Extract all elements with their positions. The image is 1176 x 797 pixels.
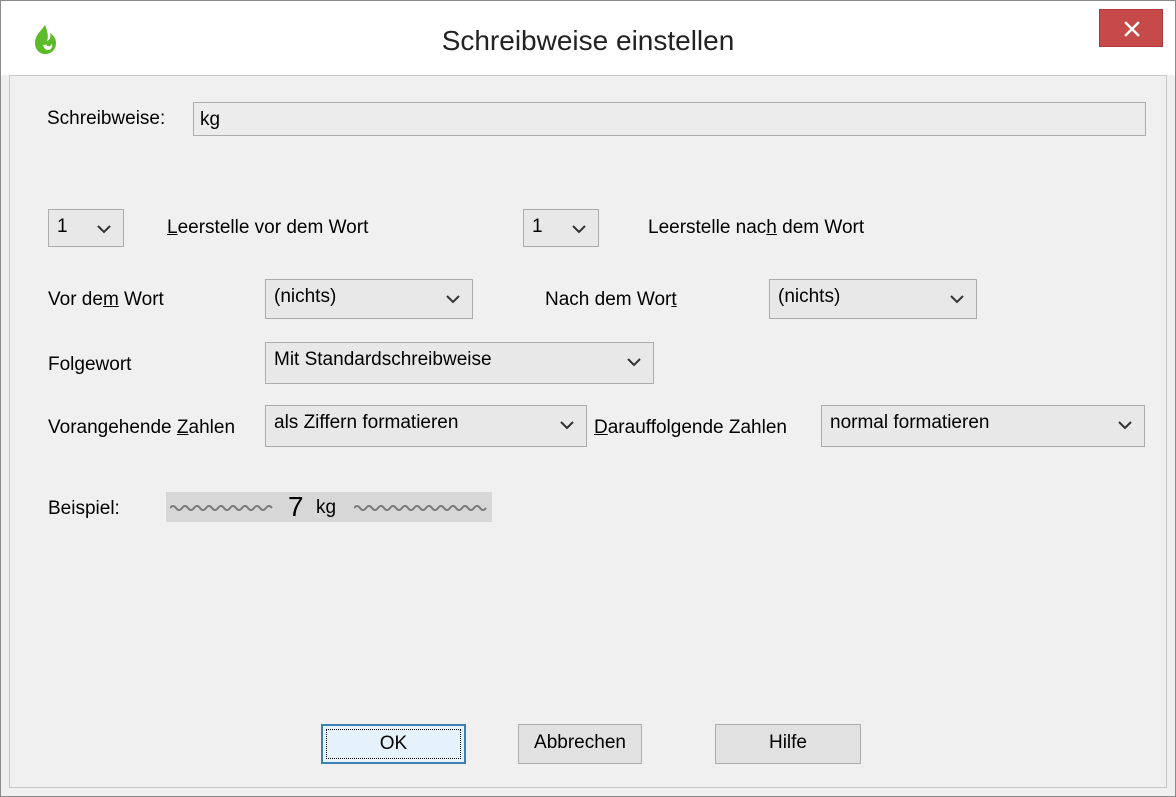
after-word-label: Nach dem Wort: [545, 289, 677, 310]
preceding-numbers-label: Vorangehende Zahlen: [48, 417, 236, 438]
following-numbers-value: normal formatieren: [830, 412, 990, 433]
chevron-down-icon: [950, 295, 964, 304]
space-before-label: Leerstelle vor dem Wort: [167, 217, 369, 238]
dialog-title: Schreibweise einstellen: [441, 25, 735, 56]
schreibweise-input[interactable]: kg: [193, 102, 1146, 136]
title-bar: Schreibweise einstellen: [1, 1, 1175, 75]
example-preview: 7 kg: [166, 491, 492, 522]
placeholder-wave-icon: [354, 505, 487, 511]
next-word-value: Mit Standardschreibweise: [274, 349, 492, 370]
example-label: Beispiel:: [48, 498, 120, 519]
preceding-numbers-value: als Ziffern formatieren: [274, 412, 459, 433]
chevron-down-icon: [97, 225, 111, 234]
help-button-label: Hilfe: [768, 732, 807, 753]
chevron-down-icon: [572, 225, 586, 234]
example-unit: kg: [316, 497, 337, 518]
chevron-down-icon: [1118, 421, 1132, 430]
cancel-button-label: Abbrechen: [534, 732, 626, 753]
cancel-button[interactable]: Abbrechen: [518, 724, 642, 764]
next-word-dropdown[interactable]: Mit Standardschreibweise: [265, 342, 654, 384]
schreibweise-value: kg: [200, 109, 221, 130]
schreibweise-label: Schreibweise:: [47, 108, 166, 129]
before-word-label: Vor dem Wort: [48, 289, 164, 310]
example-number: 7: [288, 491, 304, 522]
focus-rectangle: [326, 729, 461, 759]
before-word-dropdown[interactable]: (nichts): [265, 279, 473, 319]
after-word-value: (nichts): [778, 286, 841, 307]
ok-button[interactable]: OK: [321, 724, 466, 764]
chevron-down-icon: [627, 358, 641, 367]
after-word-dropdown[interactable]: (nichts): [769, 279, 977, 319]
dialog-window: Schreibweise einstellen Schreibweise: kg…: [0, 0, 1176, 797]
chevron-down-icon: [560, 421, 574, 430]
placeholder-wave-icon: [170, 505, 273, 511]
dialog-body: Schreibweise: kg 1 Leerstelle vor dem Wo…: [9, 75, 1167, 788]
help-button[interactable]: Hilfe: [715, 724, 861, 764]
space-before-dropdown[interactable]: 1: [48, 209, 124, 247]
following-numbers-label: Darauffolgende Zahlen: [594, 417, 787, 438]
next-word-label: Folgewort: [48, 354, 132, 375]
space-after-label: Leerstelle nach dem Wort: [648, 217, 865, 238]
chevron-down-icon: [446, 295, 460, 304]
space-after-dropdown[interactable]: 1: [523, 209, 599, 247]
close-icon: [1124, 21, 1140, 37]
preceding-numbers-dropdown[interactable]: als Ziffern formatieren: [265, 405, 587, 447]
close-button[interactable]: [1099, 9, 1163, 47]
before-word-value: (nichts): [274, 286, 337, 307]
space-after-value: 1: [532, 216, 543, 237]
following-numbers-dropdown[interactable]: normal formatieren: [821, 405, 1145, 447]
space-before-value: 1: [57, 216, 68, 237]
